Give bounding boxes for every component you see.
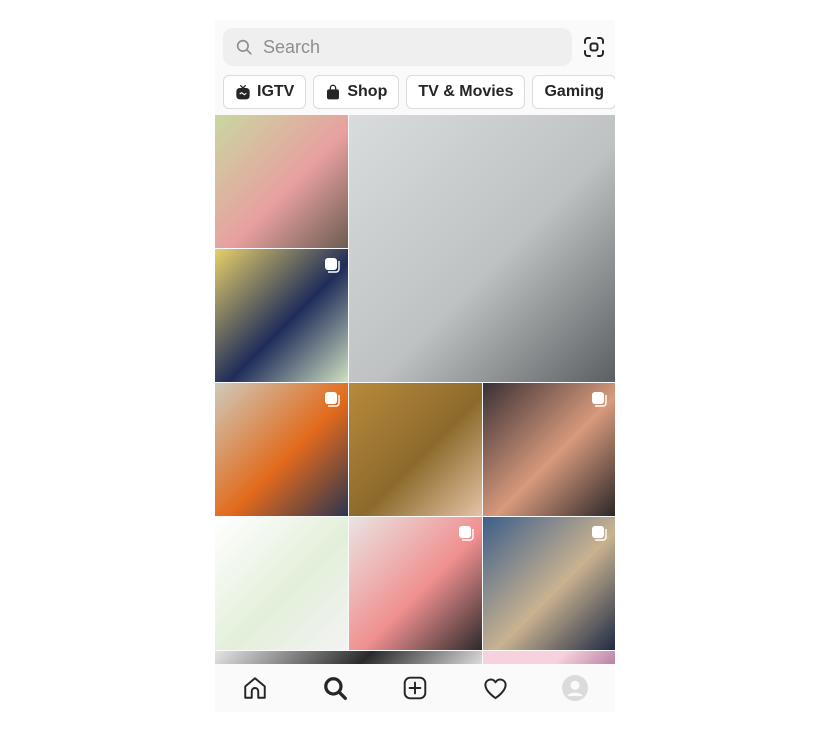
scan-button[interactable] bbox=[581, 34, 607, 60]
qa-screenshot-post[interactable] bbox=[215, 517, 348, 650]
hands-wheat-field-post[interactable] bbox=[349, 383, 482, 516]
chip-label: Shop bbox=[347, 83, 388, 100]
nav-new-post[interactable] bbox=[395, 668, 435, 708]
chip-label: Gaming bbox=[544, 83, 605, 100]
multiple-posts-icon bbox=[325, 392, 340, 407]
anime-girl-blossoms-post[interactable] bbox=[215, 115, 348, 248]
category-chips: IGTV Shop TV & Movies Gaming bbox=[223, 75, 615, 109]
search-row bbox=[215, 20, 615, 74]
group-selfie-post[interactable] bbox=[483, 383, 615, 516]
scan-icon bbox=[584, 37, 604, 57]
face-drawing-post[interactable] bbox=[349, 517, 482, 650]
chip-igtv[interactable]: IGTV bbox=[223, 75, 307, 109]
heart-icon bbox=[483, 678, 507, 699]
eye-drawing-video-post[interactable] bbox=[349, 115, 615, 382]
search-icon bbox=[324, 677, 347, 700]
nav-explore[interactable] bbox=[315, 668, 355, 708]
multiple-posts-icon bbox=[592, 526, 607, 541]
nav-activity[interactable] bbox=[475, 668, 515, 708]
umbrella-car-post[interactable] bbox=[215, 383, 348, 516]
multiple-posts-icon bbox=[459, 526, 474, 541]
search-input[interactable] bbox=[261, 35, 545, 59]
shopping-bag-icon bbox=[327, 84, 340, 100]
multiple-posts-icon bbox=[325, 258, 340, 273]
nav-home[interactable] bbox=[235, 668, 275, 708]
chip-gaming[interactable]: Gaming bbox=[532, 75, 615, 109]
explore-grid bbox=[215, 115, 615, 664]
multiple-posts-icon bbox=[592, 392, 607, 407]
explore-screen: IGTV Shop TV & Movies Gaming bbox=[215, 20, 615, 712]
bw-photo-post[interactable] bbox=[215, 651, 482, 664]
bottom-nav bbox=[215, 664, 615, 712]
embroidery-hoop-post[interactable] bbox=[215, 249, 348, 382]
nav-profile[interactable] bbox=[555, 668, 595, 708]
anime-painting-post[interactable] bbox=[483, 517, 615, 650]
search-icon bbox=[236, 39, 252, 55]
chip-label: TV & Movies bbox=[418, 83, 514, 100]
plus-square-icon bbox=[403, 676, 427, 700]
pink-post[interactable] bbox=[483, 651, 615, 664]
avatar-icon bbox=[562, 675, 588, 701]
chip-shop[interactable]: Shop bbox=[313, 75, 400, 109]
chip-label: IGTV bbox=[257, 83, 295, 100]
igtv-icon bbox=[236, 84, 250, 100]
search-bar[interactable] bbox=[223, 28, 572, 66]
chip-tv-movies[interactable]: TV & Movies bbox=[406, 75, 526, 109]
home-icon bbox=[244, 677, 266, 699]
